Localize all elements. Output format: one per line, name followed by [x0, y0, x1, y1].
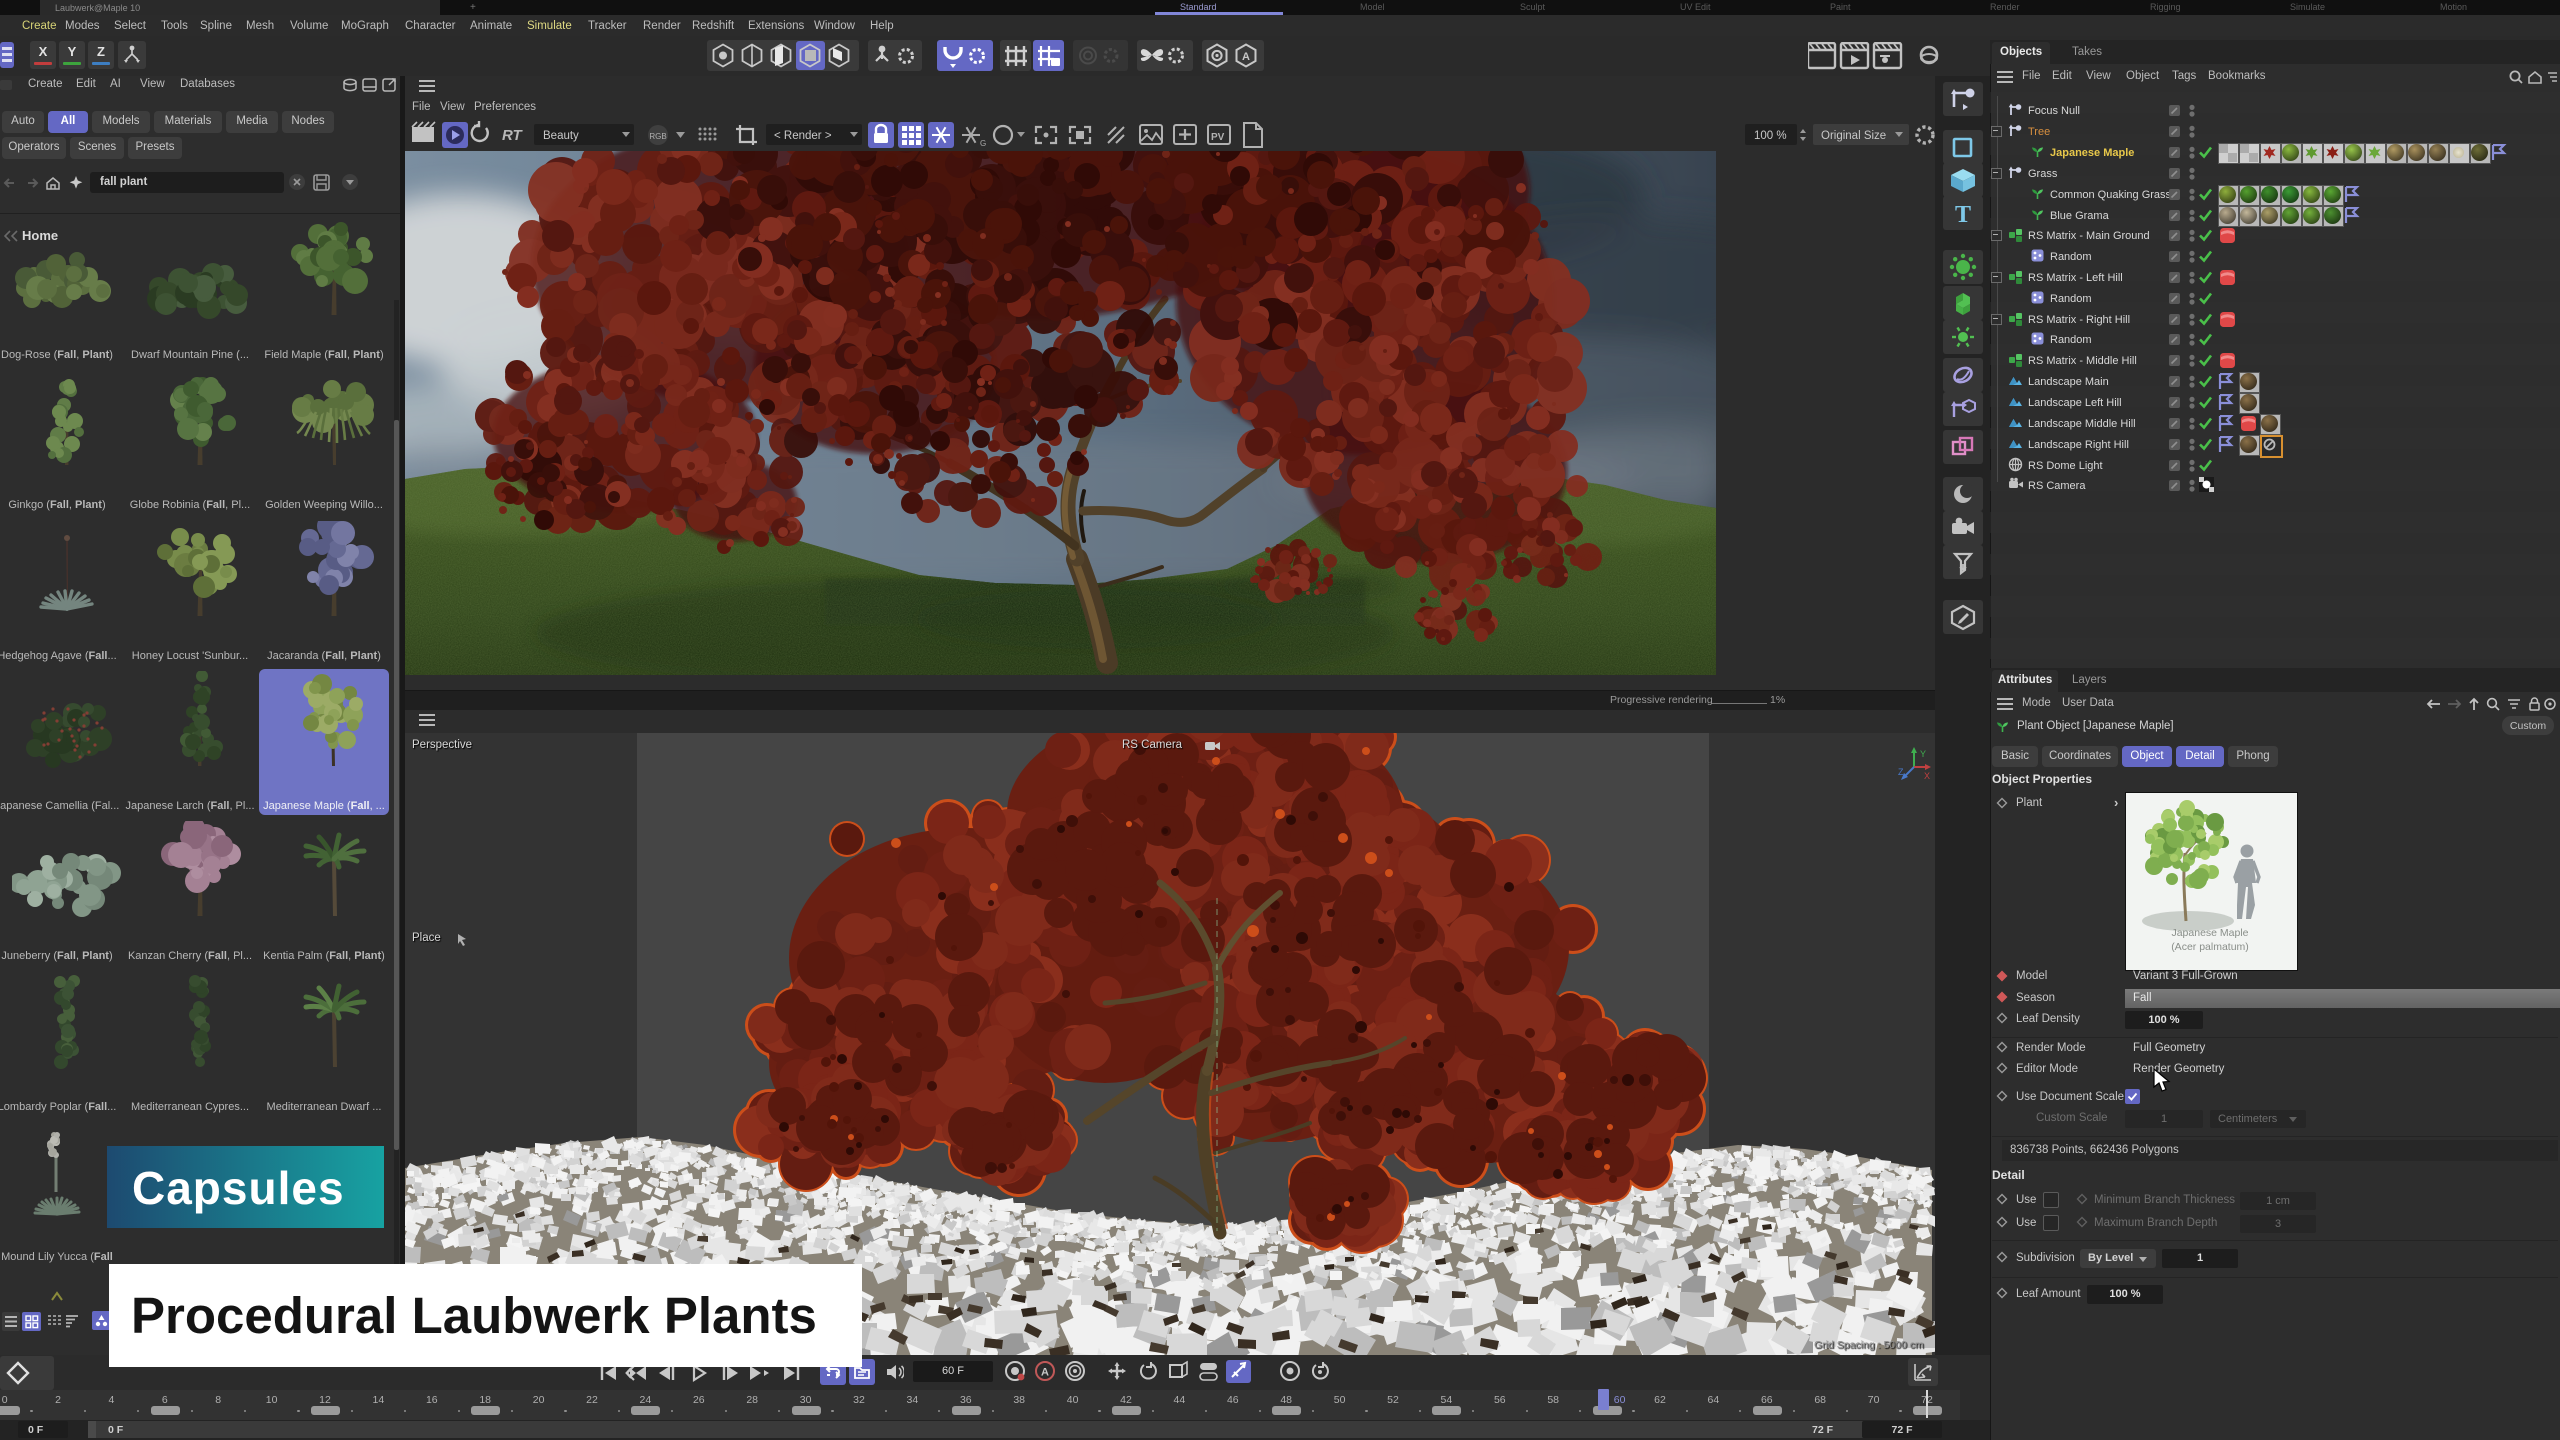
svg-text:Y: Y	[1920, 749, 1926, 759]
svg-text:RGB: RGB	[649, 132, 666, 141]
svg-text:< Render >: < Render >	[774, 130, 832, 142]
svg-text:RT: RT	[502, 127, 524, 144]
svg-text:X: X	[1924, 771, 1930, 781]
svg-text:Japanese Maple: Japanese Maple	[2171, 927, 2248, 939]
svg-text:PV: PV	[1211, 132, 1225, 143]
svg-text:A: A	[1041, 1367, 1049, 1379]
svg-text:A: A	[1242, 51, 1250, 63]
svg-text:G: G	[980, 139, 986, 148]
svg-text:(Acer palmatum): (Acer palmatum)	[2171, 941, 2249, 953]
svg-text:Beauty: Beauty	[543, 130, 579, 142]
svg-text:Original Size: Original Size	[1821, 130, 1886, 142]
svg-text:T: T	[1955, 202, 1971, 227]
svg-text:100 %: 100 %	[1754, 130, 1787, 142]
svg-text:Z: Z	[1898, 767, 1904, 777]
